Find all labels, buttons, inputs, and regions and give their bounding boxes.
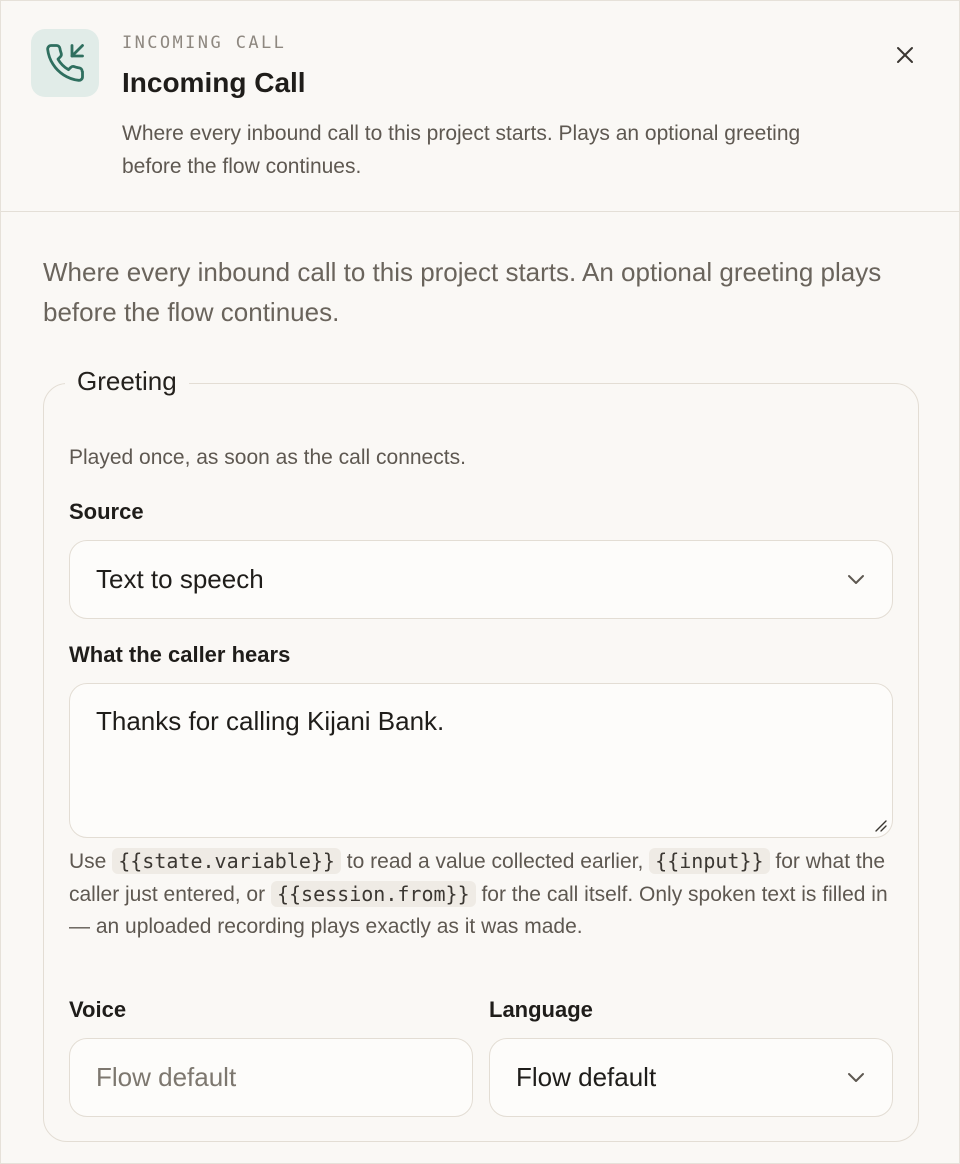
greeting-help-text: Played once, as soon as the call connect… [69, 446, 466, 469]
phone-incoming-icon [46, 44, 84, 82]
chevron-down-icon [848, 1072, 864, 1082]
message-label: What the caller hears [69, 642, 291, 667]
chevron-down-icon [848, 574, 864, 584]
voice-input-placeholder: Flow default [96, 1062, 237, 1092]
template-variables-hint: Use {{state.variable}} to read a value c… [69, 845, 889, 943]
voice-label: Voice [69, 997, 127, 1022]
greeting-legend: Greeting [65, 366, 189, 397]
close-button[interactable] [887, 37, 923, 73]
language-select[interactable]: Flow default [489, 1038, 893, 1117]
language-label: Language [489, 997, 593, 1022]
close-icon [897, 47, 913, 63]
resize-handle-icon[interactable] [872, 817, 888, 833]
panel-header: INCOMING CALL Incoming Call Where every … [1, 1, 960, 212]
input-token: {{input}} [649, 848, 770, 874]
hint-text: Use [69, 850, 107, 873]
voice-input[interactable]: Flow default [69, 1038, 473, 1117]
message-textarea[interactable]: Thanks for calling Kijani Bank. [69, 683, 893, 838]
state-variable-token: {{state.variable}} [112, 848, 341, 874]
source-select[interactable]: Text to speech [69, 540, 893, 619]
hint-text: to read a value collected earlier, [346, 850, 644, 873]
node-description: Where every inbound call to this project… [43, 257, 882, 327]
node-settings-panel: INCOMING CALL Incoming Call Where every … [0, 0, 960, 1164]
language-select-value: Flow default [516, 1062, 657, 1092]
session-from-token: {{session.from}} [270, 881, 476, 907]
panel-title: Incoming Call [122, 67, 306, 98]
panel-subtitle: Where every inbound call to this project… [122, 122, 801, 178]
source-select-value: Text to speech [96, 564, 264, 594]
node-type-badge [31, 29, 99, 97]
node-type-label: INCOMING CALL [122, 33, 287, 53]
message-text: Thanks for calling Kijani Bank. [96, 706, 445, 736]
source-label: Source [69, 499, 144, 524]
